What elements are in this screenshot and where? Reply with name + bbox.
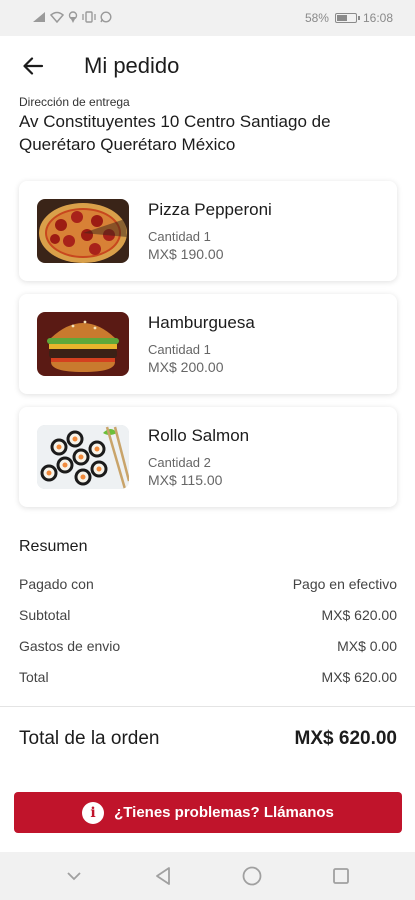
summary-label: Gastos de envio [19, 637, 121, 654]
status-bar: 58% 16:08 [0, 0, 415, 36]
summary-value: Pago en efectivo [292, 575, 397, 592]
summary-value: MX$ 620.00 [321, 606, 398, 623]
order-summary: Resumen Pagado con Pago en efectivo Subt… [19, 538, 397, 692]
info-icon: i [82, 801, 105, 824]
order-total-label: Total de la orden [19, 728, 160, 749]
battery-fill [336, 15, 347, 21]
status-icons [32, 10, 112, 26]
summary-label: Pagado con [19, 575, 94, 592]
order-item-card[interactable]: Rollo Salmon Cantidad 2 MX$ 115.00 [19, 407, 397, 507]
item-info: Rollo Salmon Cantidad 2 MX$ 115.00 [148, 426, 249, 489]
arrow-left-icon [23, 57, 44, 75]
summary-row-total: Total MX$ 620.00 [19, 661, 397, 692]
summary-label: Total [19, 668, 49, 685]
summary-value: MX$ 620.00 [321, 668, 398, 685]
item-info: Pizza Pepperoni Cantidad 1 MX$ 190.00 [148, 200, 272, 263]
battery-icon [334, 13, 360, 23]
nav-back-button[interactable] [143, 856, 183, 896]
summary-row-subtotal: Subtotal MX$ 620.00 [19, 599, 397, 630]
summary-title: Resumen [19, 538, 88, 555]
order-items-list: Pizza Pepperoni Cantidad 1 MX$ 190.00 Ha… [19, 181, 397, 520]
item-quantity: Cantidad 1 [148, 341, 211, 357]
recents-square-icon [332, 868, 349, 884]
item-price: MX$ 115.00 [148, 471, 223, 488]
item-info: Hamburguesa Cantidad 1 MX$ 200.00 [148, 313, 255, 376]
item-price: MX$ 190.00 [148, 245, 224, 262]
back-triangle-icon [156, 867, 171, 885]
item-price: MX$ 200.00 [148, 358, 224, 375]
back-button[interactable] [18, 51, 48, 81]
system-nav-bar [0, 852, 415, 900]
summary-row-payment: Pagado con Pago en efectivo [19, 568, 397, 599]
item-quantity: Cantidad 1 [148, 228, 211, 244]
clock: 16:08 [362, 11, 393, 25]
call-help-button[interactable]: i ¿Tienes problemas? Llámanos [14, 792, 402, 833]
nav-hide-button[interactable] [54, 856, 94, 896]
status-right: 58% 16:08 [305, 11, 393, 25]
signal-icon [32, 11, 46, 26]
call-help-label: ¿Tienes problemas? Llámanos [114, 804, 334, 821]
order-total-value: MX$ 620.00 [294, 728, 397, 749]
battery-percent: 58% [304, 11, 329, 25]
app-header: Mi pedido [0, 36, 415, 96]
item-quantity: Cantidad 2 [148, 454, 211, 470]
pizza-image [37, 199, 129, 263]
chevron-down-icon [67, 872, 82, 881]
item-name: Rollo Salmon [148, 425, 250, 445]
vibrate-icon [82, 10, 96, 26]
location-icon [68, 10, 78, 26]
nav-recents-button[interactable] [321, 856, 361, 896]
item-name: Pizza Pepperoni [148, 199, 272, 219]
item-name: Hamburguesa [148, 312, 255, 332]
divider [0, 706, 415, 707]
burger-image [37, 312, 129, 376]
summary-label: Subtotal [19, 606, 71, 623]
order-item-card[interactable]: Pizza Pepperoni Cantidad 1 MX$ 190.00 [19, 181, 397, 281]
order-total-bar: Total de la orden MX$ 620.00 [19, 722, 397, 756]
home-circle-icon [242, 866, 262, 886]
nav-home-button[interactable] [232, 856, 272, 896]
page-title: Mi pedido [84, 53, 180, 78]
wifi-icon [49, 11, 65, 26]
address-value: Av Constituyentes 10 Centro Santiago de … [19, 112, 331, 154]
address-label: Dirección de entrega [19, 95, 130, 109]
summary-row-shipping: Gastos de envio MX$ 0.00 [19, 630, 397, 661]
sushi-image [37, 425, 129, 489]
order-item-card[interactable]: Hamburguesa Cantidad 1 MX$ 200.00 [19, 294, 397, 394]
summary-value: MX$ 0.00 [337, 637, 397, 654]
whatsapp-icon [100, 10, 112, 26]
